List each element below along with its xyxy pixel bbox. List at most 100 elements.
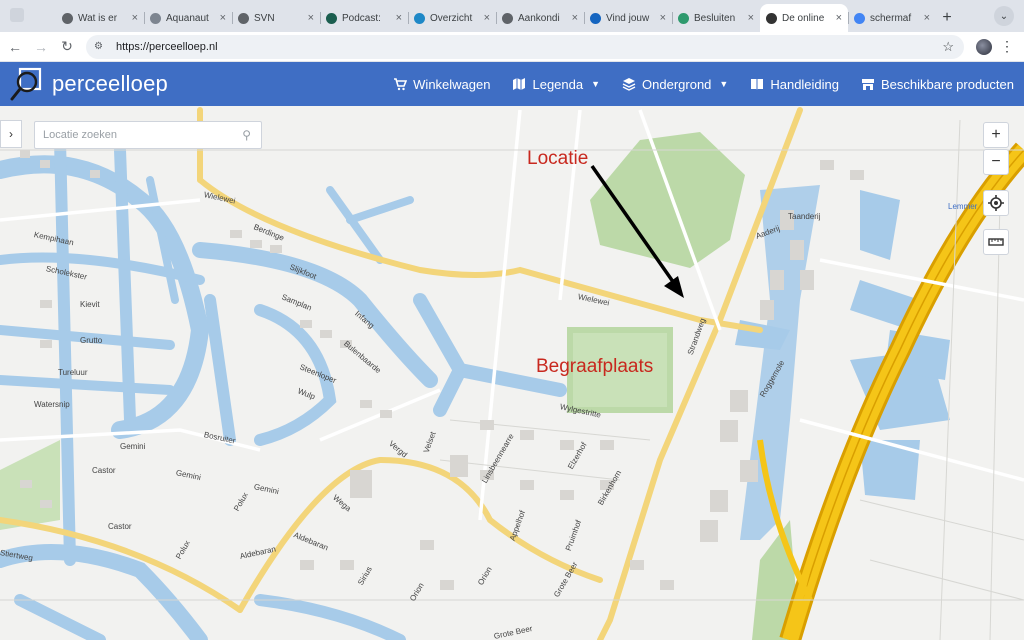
tab-title: SVN [254,12,275,24]
browser-tab[interactable]: Podcast: × [320,4,408,32]
browser-tab[interactable]: Aankondi × [496,4,584,32]
browser-tab[interactable]: Aquanaut × [144,4,232,32]
site-logo[interactable]: perceelloep [10,62,168,106]
ruler-icon [988,238,1004,246]
close-icon[interactable]: × [220,12,226,24]
street-label: Watersnip [34,400,70,409]
tab-title: Aankondi [518,12,560,24]
nav-label: Winkelwagen [413,76,491,92]
browser-tab[interactable]: Besluiten × [672,4,760,32]
close-icon[interactable]: × [836,12,842,24]
street-label: Kievit [80,300,100,309]
browser-menu-button[interactable]: ⋮ [1000,38,1014,55]
favicon-icon [238,12,249,24]
nav-ondergrond[interactable]: Ondergrond ▼ [622,77,728,92]
map-graphics [0,106,1024,640]
tab-title: De online [782,12,825,24]
nav-label: Handleiding [770,76,840,92]
favicon-icon [150,12,161,24]
bookmark-star-icon[interactable]: ☆ [942,39,954,55]
favicon-icon [502,12,513,24]
browser-tab[interactable]: Overzicht × [408,4,496,32]
book-icon [751,79,764,90]
crosshair-icon [988,195,1004,211]
tab-title: Wat is er [78,12,118,24]
tab-menu-chevron-icon[interactable]: ⌄ [994,6,1014,26]
close-icon[interactable]: × [132,12,138,24]
street-label: Castor [92,466,116,475]
street-label: Gemini [120,442,146,451]
browser-tab[interactable]: De online × [760,4,848,32]
url-text: https://perceelloep.nl [116,40,218,53]
url-field[interactable]: ⚙ https://perceelloep.nl ☆ [86,34,964,59]
location-search-input[interactable] [43,129,233,141]
street-label: Castor [108,522,132,531]
close-icon[interactable]: × [572,12,578,24]
tab-title: schermaf [870,12,912,24]
new-tab-button[interactable]: + [936,4,958,32]
browser-tab[interactable]: schermaf × [848,4,936,32]
chevron-down-icon: ▼ [719,79,729,89]
nav-label: Beschikbare producten [881,76,1014,92]
magnifier-logo-icon [10,67,42,101]
favicon-icon [678,12,689,24]
tab-title: Besluiten [694,12,736,24]
nav-handleiding[interactable]: Handleiding [750,77,839,92]
close-icon[interactable]: × [748,12,754,24]
brand-name: perceelloep [52,71,168,96]
browser-tab[interactable]: Wat is er × [56,4,144,32]
measure-button[interactable] [983,229,1009,255]
street-label: Grutto [80,336,103,345]
tab-search-icon[interactable] [10,8,24,22]
favicon-icon [766,12,777,24]
browser-tab[interactable]: SVN × [232,4,320,32]
expand-panel-button[interactable]: › [0,120,22,148]
layers-icon [622,78,636,91]
site-settings-icon[interactable]: ⚙ [94,41,108,52]
locate-me-button[interactable] [983,190,1009,216]
close-icon[interactable]: × [924,12,930,24]
location-annotation: Locatie [527,148,589,169]
profile-avatar[interactable] [976,38,992,55]
store-icon [862,79,875,90]
nav-beschikbare-producten[interactable]: Beschikbare producten [861,77,1014,92]
search-icon[interactable]: ⚲ [242,128,251,142]
nav-label: Legenda [532,76,584,92]
street-label: Tureluur [58,368,88,377]
address-bar: ← → ↻ ⚙ https://perceelloep.nl ☆ ⋮ [0,32,1024,62]
cemetery-annotation: Begraafplaats [536,356,654,377]
nav-label: Ondergrond [642,76,712,92]
tab-title: Overzicht [430,12,473,24]
back-button[interactable]: ← [2,34,28,60]
close-icon[interactable]: × [660,12,666,24]
map-icon [513,78,526,90]
site-header: perceelloep Winkelwagen Legenda ▼ Onderg… [0,62,1024,106]
close-icon[interactable]: × [308,12,314,24]
browser-tab[interactable]: Vind jouw × [584,4,672,32]
favicon-icon [590,12,601,24]
favicon-icon [854,12,865,24]
favicon-icon [414,12,425,24]
location-search: ⚲ [34,121,262,149]
close-icon[interactable]: × [396,12,402,24]
zoom-out-button[interactable]: − [983,149,1009,175]
tab-title: Vind jouw [606,12,650,24]
map-canvas[interactable]: Wielewei Wielewei Berdinge Kempihaan Scholek… [0,106,1024,640]
road-label: Lemmer [948,202,978,211]
street-label: Taanderij [788,212,821,221]
favicon-icon [62,12,73,24]
tab-title: Podcast: [342,12,381,24]
chevron-down-icon: ▼ [591,79,601,89]
tab-list: Wat is er × Aquanaut × SVN × Podcast: × Overzich… [56,4,936,32]
tab-title: Aquanaut [166,12,209,24]
nav-winkelwagen[interactable]: Winkelwagen [393,77,490,92]
forward-button[interactable]: → [28,34,54,60]
favicon-icon [326,12,337,24]
nav-legenda[interactable]: Legenda ▼ [512,77,600,92]
close-icon[interactable]: × [484,12,490,24]
reload-button[interactable]: ↻ [54,34,80,60]
zoom-in-button[interactable]: + [983,122,1009,148]
browser-tab-strip: Wat is er × Aquanaut × SVN × Podcast: × Overzich… [0,0,1024,32]
main-nav: Winkelwagen Legenda ▼ Ondergrond ▼ Handl… [393,77,1014,92]
cart-icon [394,78,408,91]
